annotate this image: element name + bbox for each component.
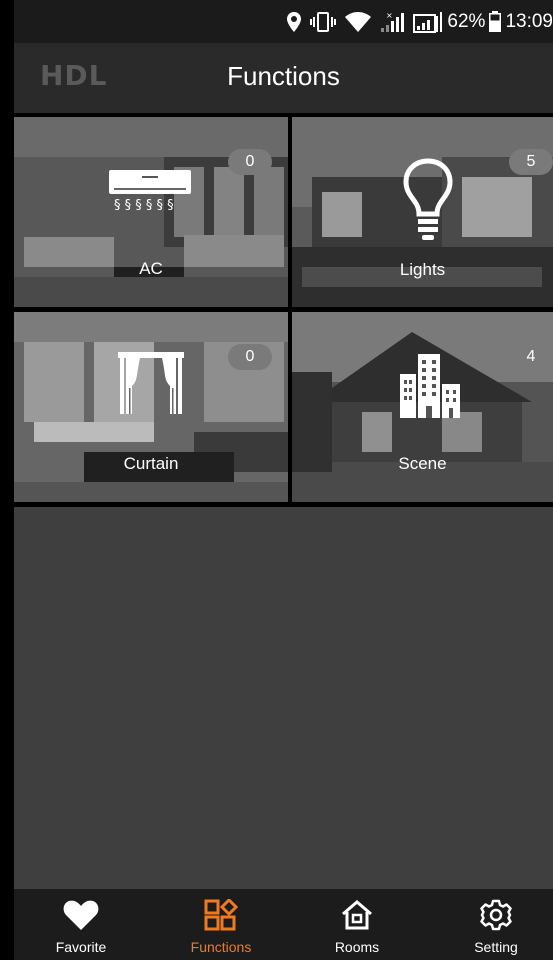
bottom-tab-bar: Favorite Functions Rooms Setting <box>14 889 553 960</box>
svg-text:×: × <box>386 11 393 20</box>
tab-functions-label: Functions <box>190 939 252 955</box>
light-bulb-icon <box>402 157 454 248</box>
function-tile-lights[interactable]: 5 Lights <box>292 117 553 307</box>
clock: 13:09 <box>505 10 553 32</box>
battery-percent: 62% <box>447 10 486 32</box>
wifi-icon <box>345 11 372 32</box>
battery-icon <box>489 11 502 32</box>
curtain-count-badge: 0 <box>228 344 272 370</box>
air-conditioner-icon: § § § § § § <box>108 169 192 220</box>
tab-rooms-label: Rooms <box>334 939 380 955</box>
function-tile-ac[interactable]: 0 § § § § § § AC <box>14 117 288 307</box>
status-bar: × 62% 13:09 <box>14 0 553 43</box>
phone-screen: × 62% 13:09 HDL Functions 0 § § § § § § … <box>0 0 553 960</box>
scene-label: Scene <box>398 454 447 473</box>
home-icon <box>340 899 374 936</box>
buildings-icon <box>400 354 460 423</box>
app-window: × 62% 13:09 HDL Functions 0 § § § § § § … <box>14 0 553 960</box>
curtain-label: Curtain <box>123 454 179 473</box>
svg-text:§ § § § § §: § § § § § § <box>114 198 174 213</box>
curtain-icon <box>118 350 184 421</box>
signal-icon <box>413 11 443 33</box>
lights-count-badge: 5 <box>509 149 553 175</box>
function-tile-scene[interactable]: 4 Scene <box>292 312 553 502</box>
signal-no-data-icon: × <box>380 11 405 33</box>
ac-label: AC <box>139 259 163 278</box>
functions-grid: 0 § § § § § § AC 5 Lights 0 Curtain 4 Sc… <box>14 113 553 507</box>
tab-favorite-label: Favorite <box>55 939 107 955</box>
tab-setting[interactable]: Setting <box>429 889 553 960</box>
gear-icon <box>480 899 512 936</box>
ac-count-badge: 0 <box>228 149 272 175</box>
app-header: HDL Functions <box>14 43 553 113</box>
tab-functions[interactable]: Functions <box>154 889 288 960</box>
page-title: Functions <box>227 61 340 91</box>
vibrate-icon <box>310 11 337 32</box>
heart-icon <box>63 899 99 936</box>
functions-icon <box>204 897 239 936</box>
tab-favorite[interactable]: Favorite <box>14 889 148 960</box>
lights-label: Lights <box>399 260 446 279</box>
function-tile-curtain[interactable]: 0 Curtain <box>14 312 288 502</box>
tab-rooms[interactable]: Rooms <box>290 889 424 960</box>
scene-count-badge: 4 <box>509 344 553 370</box>
tab-setting-label: Setting <box>474 939 518 955</box>
location-icon <box>287 11 302 32</box>
